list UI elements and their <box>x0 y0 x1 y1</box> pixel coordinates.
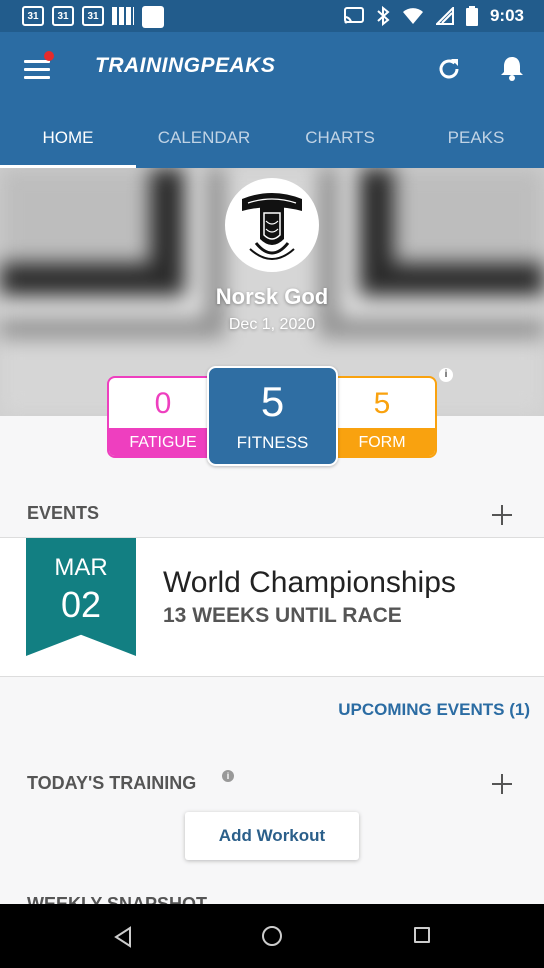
notifications-bell-icon[interactable] <box>498 54 526 82</box>
app-bar: TRAININGPEAKS HOME CALENDAR CHARTS PEAKS <box>0 32 544 168</box>
system-icons: 9:03 <box>343 6 524 26</box>
clock: 9:03 <box>489 6 524 25</box>
main-tabs: HOME CALENDAR CHARTS PEAKS <box>0 112 544 168</box>
bluetooth-icon <box>377 6 390 26</box>
upcoming-events-link[interactable]: UPCOMING EVENTS (1) <box>338 700 530 720</box>
event-card[interactable]: MAR 02 World Championships 13 WEEKS UNTI… <box>0 538 544 677</box>
calendar-notification-icon: 31 <box>82 6 104 26</box>
wifi-icon <box>402 8 423 24</box>
event-date-ribbon: MAR 02 <box>26 538 136 656</box>
calendar-notification-icon: 31 <box>22 6 44 26</box>
athlete-name: Norsk God <box>215 284 329 309</box>
current-date: Dec 1, 2020 <box>228 316 316 333</box>
back-icon[interactable] <box>113 926 133 948</box>
thor-hammer-avatar-image <box>228 181 316 269</box>
menu-button[interactable] <box>24 60 50 80</box>
add-workout-button[interactable]: Add Workout <box>185 812 359 860</box>
events-header: EVENTS <box>27 503 100 523</box>
app-notification-icon <box>142 6 164 28</box>
recent-apps-icon[interactable] <box>414 927 430 943</box>
form-metric[interactable]: 5 FORM <box>327 376 437 458</box>
event-countdown: 13 WEEKS UNTIL RACE <box>163 604 402 627</box>
tab-charts[interactable]: CHARTS <box>272 112 408 168</box>
cast-icon <box>343 7 364 24</box>
fatigue-value: 0 <box>154 387 172 420</box>
form-label: FORM <box>329 428 435 456</box>
system-nav-bar <box>0 904 544 968</box>
signal-icon <box>435 7 454 25</box>
metrics-info-icon[interactable]: i <box>439 368 453 382</box>
event-day: 02 <box>60 584 102 625</box>
tab-calendar[interactable]: CALENDAR <box>136 112 272 168</box>
tab-peaks[interactable]: PEAKS <box>408 112 544 168</box>
fatigue-label: FATIGUE <box>109 428 217 456</box>
notification-icons: 31 31 31 <box>22 6 164 28</box>
add-training-button[interactable] <box>490 772 514 796</box>
news-notification-icon <box>112 7 134 25</box>
event-month: MAR <box>54 554 108 581</box>
avatar[interactable] <box>225 178 319 272</box>
calendar-notification-icon: 31 <box>52 6 74 26</box>
status-bar: 31 31 31 9:03 <box>0 0 544 32</box>
fatigue-metric[interactable]: 0 FATIGUE <box>107 376 219 458</box>
refresh-icon[interactable] <box>436 56 462 82</box>
fitness-label: FITNESS <box>236 433 309 452</box>
training-info-icon[interactable]: i <box>222 770 234 782</box>
fitness-value: 5 <box>260 378 285 425</box>
event-name: World Championships <box>163 566 456 599</box>
brand-logo: TRAININGPEAKS <box>95 54 276 77</box>
fitness-metric[interactable]: 5 FITNESS <box>207 366 338 466</box>
home-icon[interactable] <box>262 926 282 946</box>
battery-icon <box>465 6 478 26</box>
notification-dot <box>44 51 54 61</box>
todays-training-header: TODAY'S TRAINING <box>27 773 197 793</box>
add-event-button[interactable] <box>490 503 514 527</box>
tab-home[interactable]: HOME <box>0 112 136 168</box>
form-value: 5 <box>373 387 391 420</box>
